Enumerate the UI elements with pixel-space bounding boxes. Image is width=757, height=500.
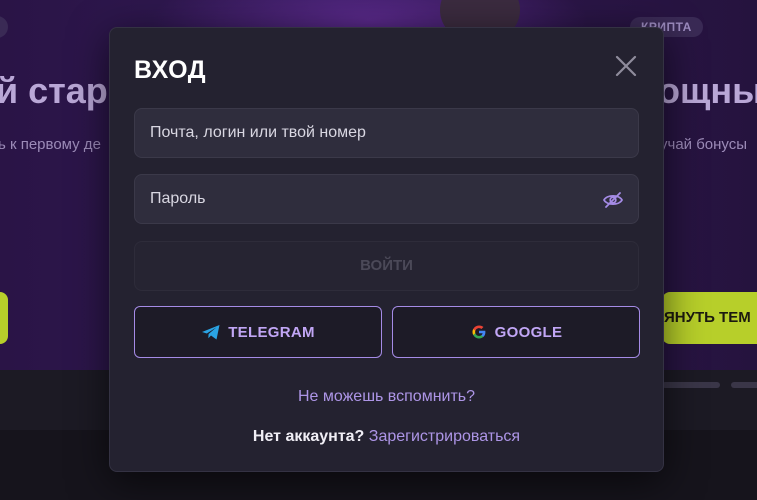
eye-off-icon — [602, 192, 624, 208]
hero-headline-right: ощны — [658, 70, 757, 111]
toggle-password-button[interactable] — [602, 190, 624, 210]
google-label: GOOGLE — [494, 323, 563, 341]
telegram-label: TELEGRAM — [228, 323, 315, 341]
signup-prompt: Нет аккаунта? Зарегистрироваться — [110, 428, 663, 446]
telegram-icon — [202, 324, 220, 339]
close-button[interactable] — [612, 52, 640, 80]
google-icon — [472, 325, 486, 339]
forgot-password-link[interactable]: Не можешь вспомнить? — [110, 388, 663, 406]
no-account-text: Нет аккаунта? — [252, 428, 365, 445]
hero-subtitle-left: ь к первому де — [0, 136, 101, 153]
google-login-button[interactable]: GOOGLE — [392, 306, 640, 358]
password-field — [134, 174, 639, 224]
hero-cta-right[interactable]: ЯНУТЬ ТЕМ — [662, 292, 757, 344]
register-link[interactable]: Зарегистрироваться — [369, 428, 520, 445]
hero-subtitle-right: учай бонусы — [660, 136, 748, 153]
hero-cta-left[interactable] — [0, 292, 8, 344]
login-field — [134, 108, 639, 158]
telegram-login-button[interactable]: TELEGRAM — [134, 306, 382, 358]
carousel-dot[interactable] — [662, 382, 720, 388]
password-input[interactable] — [135, 175, 638, 223]
login-modal: ВХОД ВОЙТИ TELEGRAM GOOG — [109, 27, 664, 472]
hero-headline-left: й стар — [0, 70, 108, 111]
close-icon — [615, 55, 637, 77]
login-input[interactable] — [135, 109, 638, 157]
modal-title: ВХОД — [134, 56, 207, 84]
login-button[interactable]: ВОЙТИ — [134, 241, 639, 291]
carousel-dot[interactable] — [731, 382, 757, 388]
